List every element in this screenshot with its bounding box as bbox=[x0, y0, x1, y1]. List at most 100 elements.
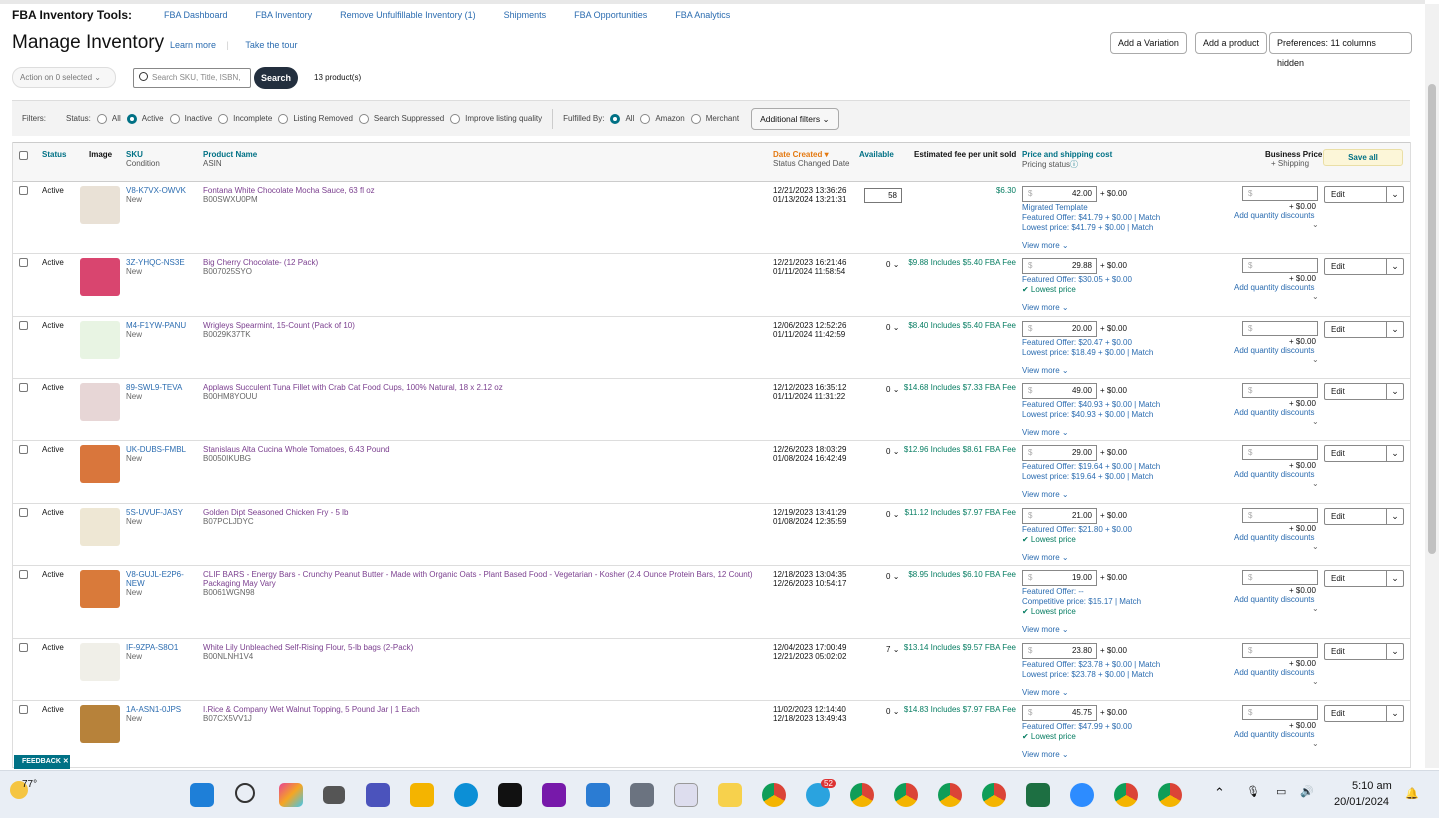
file-explorer-icon[interactable] bbox=[410, 783, 434, 807]
add-quantity-discounts-link[interactable]: Add quantity discounts bbox=[1234, 533, 1315, 542]
price-input[interactable]: $19.00 bbox=[1022, 570, 1097, 586]
col-price-shipping[interactable]: Price and shipping cost bbox=[1022, 150, 1112, 159]
add-quantity-discounts-link[interactable]: Add quantity discounts bbox=[1234, 470, 1315, 479]
col-product-name[interactable]: Product Name bbox=[203, 150, 257, 159]
row-product-name[interactable]: I.Rice & Company Wet Walnut Topping, 5 P… bbox=[203, 705, 768, 714]
row-product-name[interactable]: CLIF BARS - Energy Bars - Crunchy Peanut… bbox=[203, 570, 768, 588]
business-price-input[interactable]: $ bbox=[1242, 321, 1318, 336]
sticky-notes-icon[interactable] bbox=[718, 783, 742, 807]
edit-button[interactable]: Edit ⌄ bbox=[1324, 643, 1404, 660]
row-checkbox[interactable] bbox=[19, 570, 28, 579]
product-image[interactable] bbox=[80, 570, 120, 608]
edit-button[interactable]: Edit ⌄ bbox=[1324, 570, 1404, 587]
chevron-down-icon[interactable]: ⌄ bbox=[1386, 571, 1403, 586]
view-more-link[interactable]: View more ⌄ bbox=[1022, 241, 1069, 250]
product-image[interactable] bbox=[80, 643, 120, 681]
available-qty[interactable]: 0 ⌄ bbox=[886, 385, 899, 394]
copilot-icon[interactable] bbox=[279, 783, 303, 807]
info-icon[interactable]: ⓘ bbox=[1070, 160, 1078, 169]
edit-button[interactable]: Edit ⌄ bbox=[1324, 186, 1404, 203]
netflix-icon[interactable] bbox=[498, 783, 522, 807]
business-price-input[interactable]: $ bbox=[1242, 705, 1318, 720]
col-asin[interactable]: ASIN bbox=[203, 159, 222, 168]
price-input[interactable]: $20.00 bbox=[1022, 321, 1097, 337]
notepad-icon[interactable] bbox=[586, 783, 610, 807]
available-qty[interactable]: 0 ⌄ bbox=[886, 447, 899, 456]
bulk-action-dropdown[interactable]: Action on 0 selected ⌄ bbox=[12, 67, 116, 88]
chrome-profile-icon[interactable] bbox=[894, 783, 918, 807]
edit-button[interactable]: Edit ⌄ bbox=[1324, 705, 1404, 722]
fulfilled-amazon-radio[interactable] bbox=[640, 113, 651, 124]
add-quantity-discounts-link[interactable]: Add quantity discounts bbox=[1234, 668, 1315, 677]
business-price-input[interactable]: $ bbox=[1242, 383, 1318, 398]
product-image[interactable] bbox=[80, 705, 120, 743]
network-icon[interactable]: ▭ bbox=[1276, 785, 1286, 798]
price-input[interactable]: $42.00 bbox=[1022, 186, 1097, 202]
product-image[interactable] bbox=[80, 383, 120, 421]
microphone-icon[interactable]: 🎙 bbox=[1246, 785, 1260, 798]
chevron-down-icon[interactable]: ⌄ bbox=[1386, 259, 1403, 274]
row-checkbox[interactable] bbox=[19, 508, 28, 517]
save-all-button[interactable]: Save all bbox=[1323, 149, 1403, 166]
clock-time[interactable]: 5:10 am bbox=[1352, 780, 1392, 792]
business-price-input[interactable]: $ bbox=[1242, 570, 1318, 585]
row-sku[interactable]: 1A-ASN1-0JPS bbox=[126, 705, 194, 714]
business-price-input[interactable]: $ bbox=[1242, 445, 1318, 460]
chevron-up-icon[interactable]: ⌃ bbox=[1214, 785, 1225, 801]
row-product-name[interactable]: Big Cherry Chocolate- (12 Pack) bbox=[203, 258, 768, 267]
nav-fba-dashboard[interactable]: FBA Dashboard bbox=[164, 10, 228, 20]
page-scrollbar[interactable] bbox=[1425, 4, 1439, 768]
available-qty[interactable]: 0 ⌄ bbox=[886, 572, 899, 581]
col-status[interactable]: Status bbox=[42, 150, 66, 159]
row-product-name[interactable]: Applaws Succulent Tuna Fillet with Crab … bbox=[203, 383, 768, 392]
available-qty[interactable]: 0 ⌄ bbox=[886, 510, 899, 519]
col-business-price[interactable]: Business Price bbox=[1265, 150, 1322, 159]
chevron-down-icon[interactable]: ⌄ bbox=[1312, 220, 1319, 229]
row-sku[interactable]: UK-DUBS-FMBL bbox=[126, 445, 194, 454]
row-checkbox[interactable] bbox=[19, 383, 28, 392]
nav-remove-unfulfillable[interactable]: Remove Unfulfillable Inventory (1) bbox=[340, 10, 476, 20]
take-tour-link[interactable]: Take the tour bbox=[245, 40, 297, 50]
add-quantity-discounts-link[interactable]: Add quantity discounts bbox=[1234, 595, 1315, 604]
task-view-icon[interactable] bbox=[323, 786, 345, 804]
col-estimated-fee[interactable]: Estimated fee per unit sold bbox=[914, 150, 1016, 159]
chrome-profile-icon[interactable] bbox=[1114, 783, 1138, 807]
edit-button[interactable]: Edit ⌄ bbox=[1324, 508, 1404, 525]
chevron-down-icon[interactable]: ⌄ bbox=[1312, 417, 1319, 426]
price-input[interactable]: $23.80 bbox=[1022, 643, 1097, 659]
available-qty[interactable]: 0 ⌄ bbox=[886, 707, 899, 716]
clock-date[interactable]: 20/01/2024 bbox=[1334, 796, 1389, 808]
price-input[interactable]: $45.75 bbox=[1022, 705, 1097, 721]
available-qty[interactable]: 0 ⌄ bbox=[886, 260, 899, 269]
product-image[interactable] bbox=[80, 321, 120, 359]
view-more-link[interactable]: View more ⌄ bbox=[1022, 366, 1069, 375]
edit-button[interactable]: Edit ⌄ bbox=[1324, 321, 1404, 338]
add-quantity-discounts-link[interactable]: Add quantity discounts bbox=[1234, 730, 1315, 739]
calculator-icon[interactable] bbox=[630, 783, 654, 807]
add-quantity-discounts-link[interactable]: Add quantity discounts bbox=[1234, 211, 1315, 220]
nav-fba-inventory[interactable]: FBA Inventory bbox=[256, 10, 313, 20]
feedback-button[interactable]: FEEDBACK ✕ bbox=[14, 755, 70, 769]
chevron-down-icon[interactable]: ⌄ bbox=[1312, 479, 1319, 488]
available-qty[interactable]: 0 ⌄ bbox=[886, 323, 899, 332]
view-more-link[interactable]: View more ⌄ bbox=[1022, 750, 1069, 759]
chrome-profile-icon[interactable] bbox=[1158, 783, 1182, 807]
onenote-icon[interactable] bbox=[542, 783, 566, 807]
scrollbar-thumb[interactable] bbox=[1428, 84, 1436, 554]
product-image[interactable] bbox=[80, 508, 120, 546]
chrome-profile-icon[interactable] bbox=[850, 783, 874, 807]
view-more-link[interactable]: View more ⌄ bbox=[1022, 490, 1069, 499]
col-available[interactable]: Available bbox=[859, 150, 894, 159]
select-all-checkbox[interactable] bbox=[19, 151, 28, 160]
notifications-icon[interactable]: 🔔 bbox=[1405, 787, 1419, 800]
fulfilled-merchant-radio[interactable] bbox=[690, 113, 701, 124]
status-search-suppressed-radio[interactable] bbox=[358, 113, 369, 124]
excel-icon[interactable] bbox=[1026, 783, 1050, 807]
chrome-profile-icon[interactable] bbox=[938, 783, 962, 807]
product-image[interactable] bbox=[80, 258, 120, 296]
chevron-down-icon[interactable]: ⌄ bbox=[1312, 604, 1319, 613]
weather-temp[interactable]: 77° bbox=[22, 779, 37, 790]
row-sku[interactable]: M4-F1YW-PANU bbox=[126, 321, 194, 330]
chevron-down-icon[interactable]: ⌄ bbox=[1386, 644, 1403, 659]
status-all-radio[interactable] bbox=[96, 113, 107, 124]
